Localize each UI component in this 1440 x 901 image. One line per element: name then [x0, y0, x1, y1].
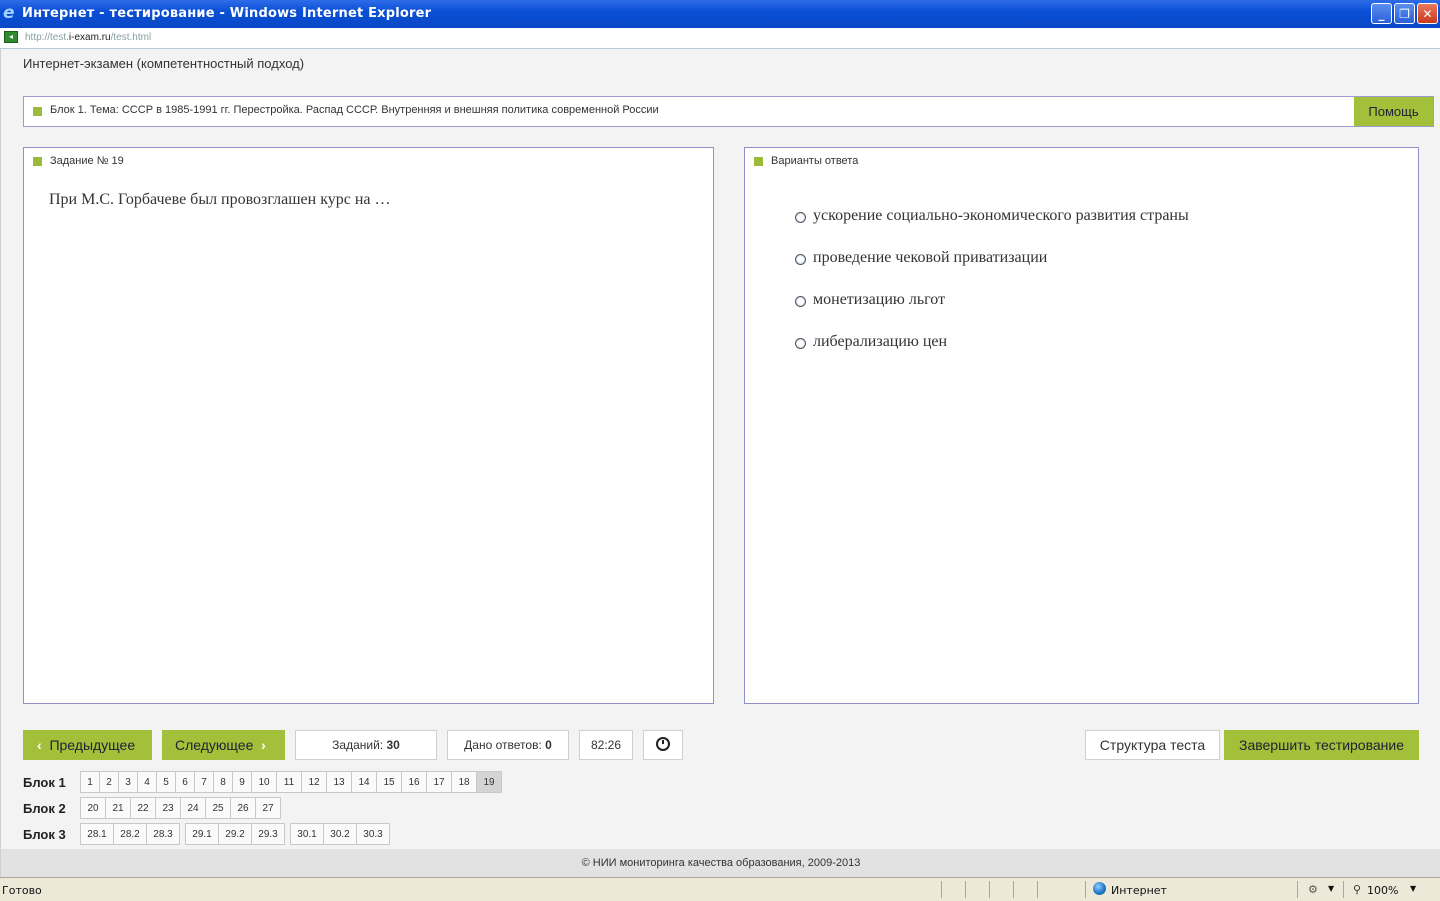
status-bar: Готово Интернет ⚙ ▼ ⚲ 100% ▼ — [0, 877, 1440, 901]
block-topic-text: Блок 1. Тема: СССР в 1985-1991 гг. Перес… — [50, 104, 659, 116]
protected-mode-icon[interactable]: ⚙ — [1308, 883, 1322, 896]
question-nav-cell[interactable]: 17 — [426, 771, 452, 793]
radio-button[interactable] — [795, 254, 806, 265]
question-nav-cell[interactable]: 16 — [401, 771, 427, 793]
restore-button[interactable]: ❐ — [1394, 3, 1415, 24]
bullet-square-icon — [33, 107, 42, 116]
help-button[interactable]: Помощь — [1354, 97, 1433, 126]
timer-toggle-button[interactable] — [643, 730, 683, 760]
question-nav-cell[interactable]: 5 — [156, 771, 176, 793]
question-nav-cell[interactable]: 21 — [105, 797, 131, 819]
question-nav-cell[interactable]: 22 — [130, 797, 156, 819]
timer-display: 82:26 — [579, 730, 633, 760]
zoom-level[interactable]: 100% — [1367, 884, 1398, 897]
block-label: Блок 2 — [23, 801, 66, 816]
close-button[interactable]: ✕ — [1417, 3, 1438, 24]
answers-heading: Варианты ответа — [771, 155, 859, 167]
dropdown-arrow-icon[interactable]: ▼ — [1328, 884, 1334, 893]
internet-zone-icon — [1093, 882, 1106, 895]
question-nav-cell[interactable]: 9 — [232, 771, 252, 793]
question-nav-cell[interactable]: 13 — [326, 771, 352, 793]
answered-counter: Дано ответов: 0 — [447, 730, 569, 760]
chevron-right-icon: › — [261, 737, 266, 753]
question-nav-cell[interactable]: 28.1 — [80, 823, 114, 845]
question-nav-cell[interactable]: 27 — [255, 797, 281, 819]
window-title-bar: e Интернет - тестирование - Windows Inte… — [0, 0, 1440, 28]
question-nav-cell[interactable]: 3 — [118, 771, 138, 793]
page-title: Интернет-экзамен (компетентностный подхо… — [23, 56, 305, 71]
question-nav-cell[interactable]: 18 — [451, 771, 477, 793]
chevron-left-icon: ‹ — [37, 737, 42, 753]
question-nav-cell[interactable]: 29.2 — [218, 823, 252, 845]
question-nav-cell[interactable]: 11 — [276, 771, 302, 793]
previous-button[interactable]: ‹ Предыдущее — [23, 730, 152, 760]
radio-button[interactable] — [795, 212, 806, 223]
test-structure-button[interactable]: Структура теста — [1085, 730, 1220, 760]
question-nav-cell[interactable]: 26 — [230, 797, 256, 819]
block-1-nav: 1 2 3 4 5 6 7 8 9 10 11 12 13 14 15 16 17 18 19 — [80, 771, 502, 793]
question-nav-cell[interactable]: 28.3 — [146, 823, 180, 845]
next-button[interactable]: Следующее › — [162, 730, 285, 760]
block-topic-bar: Блок 1. Тема: СССР в 1985-1991 гг. Перес… — [23, 96, 1434, 127]
question-nav-cell[interactable]: 19 — [476, 771, 502, 793]
question-nav-cell[interactable]: 1 — [80, 771, 100, 793]
question-nav-cell[interactable]: 4 — [137, 771, 157, 793]
minimize-button[interactable]: _ — [1371, 3, 1392, 24]
address-bar[interactable]: ◂ http://test.i-exam.ru/test.html — [0, 28, 1440, 49]
question-nav-cell[interactable]: 15 — [376, 771, 402, 793]
answers-panel: Варианты ответа ускорение социально-экон… — [744, 147, 1419, 704]
question-nav-cell[interactable]: 28.2 — [113, 823, 147, 845]
radio-button[interactable] — [795, 296, 806, 307]
page-content: Интернет-экзамен (компетентностный подхо… — [0, 49, 1440, 877]
status-text: Готово — [2, 884, 42, 897]
question-nav-cell[interactable]: 10 — [251, 771, 277, 793]
question-nav-cell[interactable]: 30.3 — [356, 823, 390, 845]
block-label: Блок 3 — [23, 827, 66, 842]
radio-button[interactable] — [795, 338, 806, 349]
question-nav-cell[interactable]: 6 — [175, 771, 195, 793]
block-2-nav: 20 21 22 23 24 25 26 27 — [80, 797, 281, 819]
question-nav-cell[interactable]: 20 — [80, 797, 106, 819]
zoom-icon: ⚲ — [1353, 883, 1362, 896]
block-3-nav: 28.1 28.2 28.3 29.1 29.2 29.3 30.1 30.2 30.3 — [80, 823, 390, 845]
bullet-square-icon — [33, 157, 42, 166]
task-panel: Задание № 19 При М.С. Горбачеве был пров… — [23, 147, 714, 704]
question-nav-cell[interactable]: 7 — [194, 771, 214, 793]
security-zone-label: Интернет — [1111, 884, 1167, 897]
address-url[interactable]: http://test.i-exam.ru/test.html — [25, 32, 151, 43]
task-heading: Задание № 19 — [50, 155, 124, 167]
clock-icon — [656, 737, 670, 751]
question-text: При М.С. Горбачеве был провозглашен курс… — [49, 191, 391, 208]
block-label: Блок 1 — [23, 775, 66, 790]
question-nav-cell[interactable]: 29.3 — [251, 823, 285, 845]
question-nav-cell[interactable]: 14 — [351, 771, 377, 793]
question-nav-cell[interactable]: 8 — [213, 771, 233, 793]
question-nav-cell[interactable]: 29.1 — [185, 823, 219, 845]
window-title: Интернет - тестирование - Windows Intern… — [22, 6, 432, 21]
ie-logo-icon: e — [3, 3, 15, 23]
question-nav-cell[interactable]: 30.1 — [290, 823, 324, 845]
finish-test-button[interactable]: Завершить тестирование — [1224, 730, 1419, 760]
question-nav-cell[interactable]: 2 — [99, 771, 119, 793]
zoom-dropdown-icon[interactable]: ▼ — [1410, 884, 1416, 893]
question-nav-cell[interactable]: 24 — [180, 797, 206, 819]
bullet-square-icon — [754, 157, 763, 166]
question-nav-cell[interactable]: 30.2 — [323, 823, 357, 845]
question-nav-cell[interactable]: 23 — [155, 797, 181, 819]
question-nav-cell[interactable]: 12 — [301, 771, 327, 793]
tasks-counter: Заданий: 30 — [295, 730, 437, 760]
site-favicon-icon: ◂ — [4, 31, 18, 43]
footer-copyright: © НИИ мониторинга качества образования, … — [1, 849, 1440, 877]
question-nav-cell[interactable]: 25 — [205, 797, 231, 819]
